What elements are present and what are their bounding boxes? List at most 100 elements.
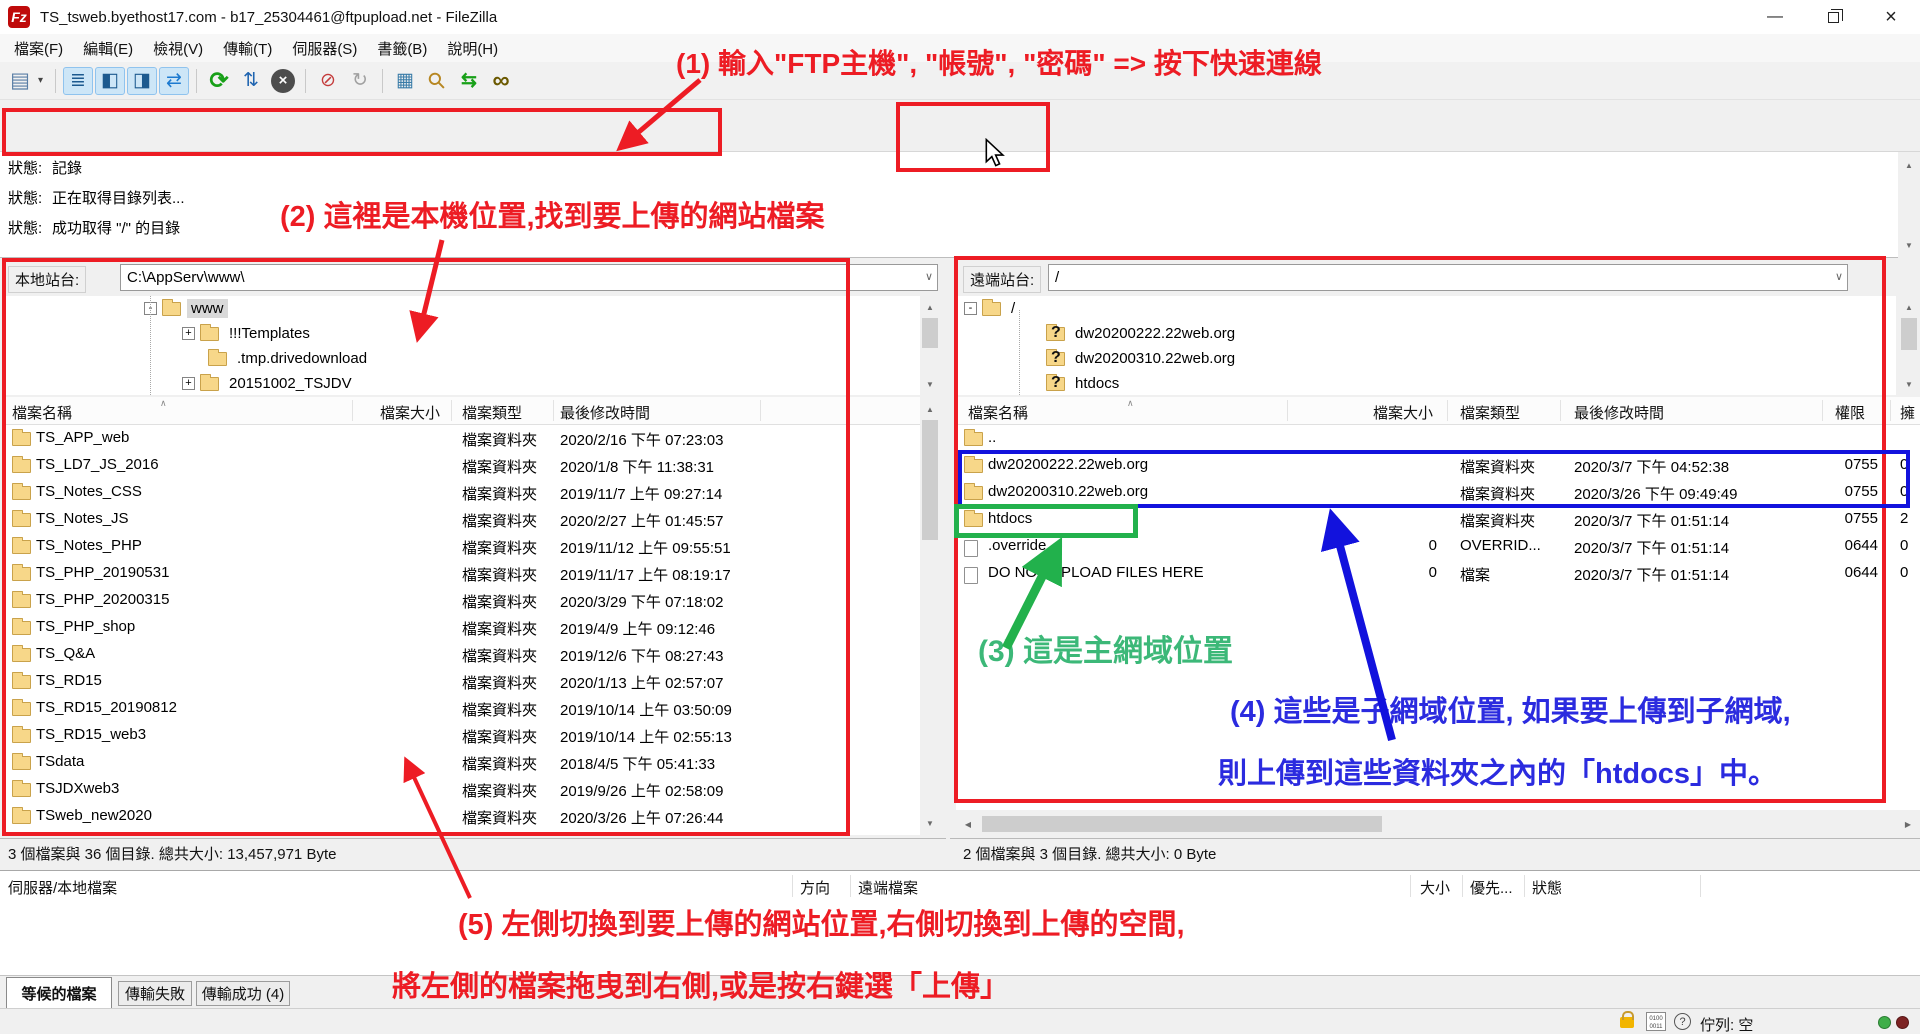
column-modified[interactable]: 最後修改時間 — [1574, 402, 1664, 423]
file-row[interactable]: .. — [956, 425, 1920, 452]
toggle-local-tree-icon[interactable]: ◧ — [95, 67, 125, 95]
column-permissions[interactable]: 權限 — [1835, 402, 1865, 423]
scroll-up-icon[interactable]: ▲ — [920, 399, 940, 419]
file-row[interactable]: TS_RD15_web3 檔案資料夾 2019/10/14 上午 02:55:1… — [4, 722, 920, 749]
menu-item[interactable]: 傳輸(T) — [213, 35, 282, 62]
file-row[interactable]: TS_Notes_PHP 檔案資料夾 2019/11/12 上午 09:55:5… — [4, 533, 920, 560]
toolbar-separator[interactable] — [305, 69, 306, 93]
site-manager-dropdown-icon[interactable]: ▾ — [33, 67, 48, 95]
refresh-icon[interactable]: ⟳ — [204, 67, 234, 95]
column-owner[interactable]: 擁 — [1900, 402, 1915, 423]
file-row[interactable]: TS_PHP_shop 檔案資料夾 2019/4/9 上午 09:12:46 — [4, 614, 920, 641]
scroll-up-icon[interactable]: ▲ — [1899, 155, 1919, 175]
file-row[interactable]: dw20200222.22web.org 檔案資料夾 2020/3/7 下午 0… — [956, 452, 1920, 479]
local-path-combo[interactable]: C:\AppServ\www\ ∨ — [120, 264, 938, 291]
menu-item[interactable]: 說明(H) — [437, 35, 508, 62]
remote-path-combo[interactable]: / ∨ — [1048, 264, 1848, 291]
disconnect-icon[interactable]: ⊘ — [313, 67, 343, 95]
menu-item[interactable]: 編輯(E) — [73, 35, 143, 62]
column-type[interactable]: 檔案類型 — [462, 402, 522, 423]
file-row[interactable]: TS_RD15 檔案資料夾 2020/1/13 上午 02:57:07 — [4, 668, 920, 695]
file-row[interactable]: TS_Q&A 檔案資料夾 2019/12/6 下午 08:27:43 — [4, 641, 920, 668]
file-row[interactable]: TS_PHP_20190531 檔案資料夾 2019/11/17 上午 08:1… — [4, 560, 920, 587]
tree-item[interactable]: + 20151002_TSJDV — [4, 371, 920, 395]
scroll-down-icon[interactable]: ▼ — [1899, 235, 1919, 255]
scroll-left-icon[interactable]: ◀ — [958, 814, 978, 834]
file-row[interactable]: TS_Notes_JS 檔案資料夾 2020/2/27 上午 01:45:57 — [4, 506, 920, 533]
site-manager-icon[interactable]: ▤ — [5, 67, 35, 95]
tree-item[interactable]: - www — [4, 296, 920, 321]
toolbar-separator[interactable] — [196, 69, 197, 93]
minimize-button[interactable]: — — [1746, 0, 1804, 34]
column-size[interactable]: 檔案大小 — [380, 402, 440, 423]
binoculars-icon[interactable]: ∞ — [486, 67, 516, 95]
tree-expander[interactable]: - — [964, 302, 977, 315]
column-type[interactable]: 檔案類型 — [1460, 402, 1520, 423]
find-files-icon[interactable]: ⚲ — [416, 60, 457, 101]
restore-button[interactable] — [1804, 0, 1862, 34]
file-row[interactable]: .override 0 OVERRID... 2020/3/7 下午 01:51… — [956, 533, 1920, 560]
reconnect-icon[interactable]: ↻ — [345, 67, 375, 95]
tree-item[interactable]: dw20200310.22web.org — [956, 346, 1896, 371]
menu-item[interactable]: 書籤(B) — [367, 35, 437, 62]
tree-item[interactable]: dw20200222.22web.org — [956, 321, 1896, 346]
tree-expander[interactable]: + — [182, 327, 195, 340]
file-row[interactable]: htdocs 檔案資料夾 2020/3/7 下午 01:51:14 0755 2 — [956, 506, 1920, 533]
scrollbar-thumb[interactable] — [922, 318, 938, 348]
scroll-right-icon[interactable]: ▶ — [1898, 814, 1918, 834]
file-row[interactable]: TS_Notes_CSS 檔案資料夾 2019/11/7 上午 09:27:14 — [4, 479, 920, 506]
file-row[interactable]: TS_PHP_20200315 檔案資料夾 2020/3/29 下午 07:18… — [4, 587, 920, 614]
help-icon[interactable]: ? — [1674, 1013, 1691, 1030]
file-row[interactable]: TS_LD7_JS_2016 檔案資料夾 2020/1/8 下午 11:38:3… — [4, 452, 920, 479]
sync-browsing-icon[interactable]: ⇆ — [454, 67, 484, 95]
queue-tab[interactable]: 等候的檔案 — [6, 977, 112, 1008]
menu-item[interactable]: 伺服器(S) — [282, 35, 367, 62]
toggle-log-icon[interactable]: ≣ — [63, 67, 93, 95]
queue-column-priority[interactable]: 優先... — [1470, 877, 1513, 898]
chevron-down-icon[interactable]: ∨ — [1835, 270, 1843, 283]
tree-item[interactable]: htdocs — [956, 371, 1896, 395]
scrollbar-thumb[interactable] — [922, 420, 938, 540]
scroll-down-icon[interactable]: ▼ — [1899, 374, 1919, 394]
tree-item[interactable]: .tmp.drivedownload — [4, 346, 920, 371]
file-row[interactable]: TSdata 檔案資料夾 2018/4/5 下午 05:41:33 — [4, 749, 920, 776]
file-row[interactable]: TS_APP_web 檔案資料夾 2020/2/16 下午 07:23:03 — [4, 425, 920, 452]
file-row[interactable]: DO NOT UPLOAD FILES HERE 0 檔案 2020/3/7 下… — [956, 560, 1920, 587]
scrollbar-thumb[interactable] — [1901, 318, 1917, 350]
column-name[interactable]: 檔案名稱 — [12, 402, 72, 423]
queue-tab[interactable]: 傳輸失敗 — [118, 981, 192, 1006]
menu-item[interactable]: 檔案(F) — [4, 35, 73, 62]
scrollbar-thumb[interactable] — [982, 816, 1382, 832]
toggle-remote-tree-icon[interactable]: ◨ — [127, 67, 157, 95]
toggle-queue-icon[interactable]: ⇄ — [159, 67, 189, 95]
queue-column-status[interactable]: 狀態 — [1532, 877, 1562, 898]
chevron-down-icon[interactable]: ∨ — [925, 270, 933, 283]
scroll-down-icon[interactable]: ▼ — [920, 813, 940, 833]
file-row[interactable]: TS_RD15_20190812 檔案資料夾 2019/10/14 上午 03:… — [4, 695, 920, 722]
file-row[interactable]: TSweb_new2020 檔案資料夾 2020/3/26 上午 07:26:4… — [4, 803, 920, 830]
queue-column-local[interactable]: 伺服器/本地檔案 — [8, 877, 117, 898]
queue-column-remote[interactable]: 遠端檔案 — [858, 877, 918, 898]
file-row[interactable]: TSJDXweb3 檔案資料夾 2019/9/26 上午 02:58:09 — [4, 776, 920, 803]
toolbar-separator[interactable] — [55, 69, 56, 93]
close-button[interactable]: × — [1862, 0, 1920, 34]
queue-column-direction[interactable]: 方向 — [800, 877, 830, 898]
tree-expander[interactable]: + — [182, 377, 195, 390]
column-modified[interactable]: 最後修改時間 — [560, 402, 650, 423]
column-name[interactable]: 檔案名稱 — [968, 402, 1028, 423]
tree-item[interactable]: - / — [956, 296, 1896, 321]
cancel-icon[interactable]: × — [271, 69, 295, 93]
column-size[interactable]: 檔案大小 — [1373, 402, 1433, 423]
queue-column-size[interactable]: 大小 — [1420, 877, 1450, 898]
directory-compare-icon[interactable]: ▦ — [390, 67, 420, 95]
scroll-up-icon[interactable]: ▲ — [920, 297, 940, 317]
menu-item[interactable]: 檢視(V) — [143, 35, 213, 62]
scroll-up-icon[interactable]: ▲ — [1899, 297, 1919, 317]
queue-tab[interactable]: 傳輸成功 (4) — [196, 981, 290, 1006]
scroll-down-icon[interactable]: ▼ — [920, 374, 940, 394]
tree-item[interactable]: + !!!Templates — [4, 321, 920, 346]
binary-log-icon[interactable]: 01000011 — [1646, 1012, 1666, 1031]
process-queue-icon[interactable]: ⇅ — [236, 67, 266, 95]
file-row[interactable]: dw20200310.22web.org 檔案資料夾 2020/3/26 下午 … — [956, 479, 1920, 506]
toolbar-separator[interactable] — [382, 69, 383, 93]
